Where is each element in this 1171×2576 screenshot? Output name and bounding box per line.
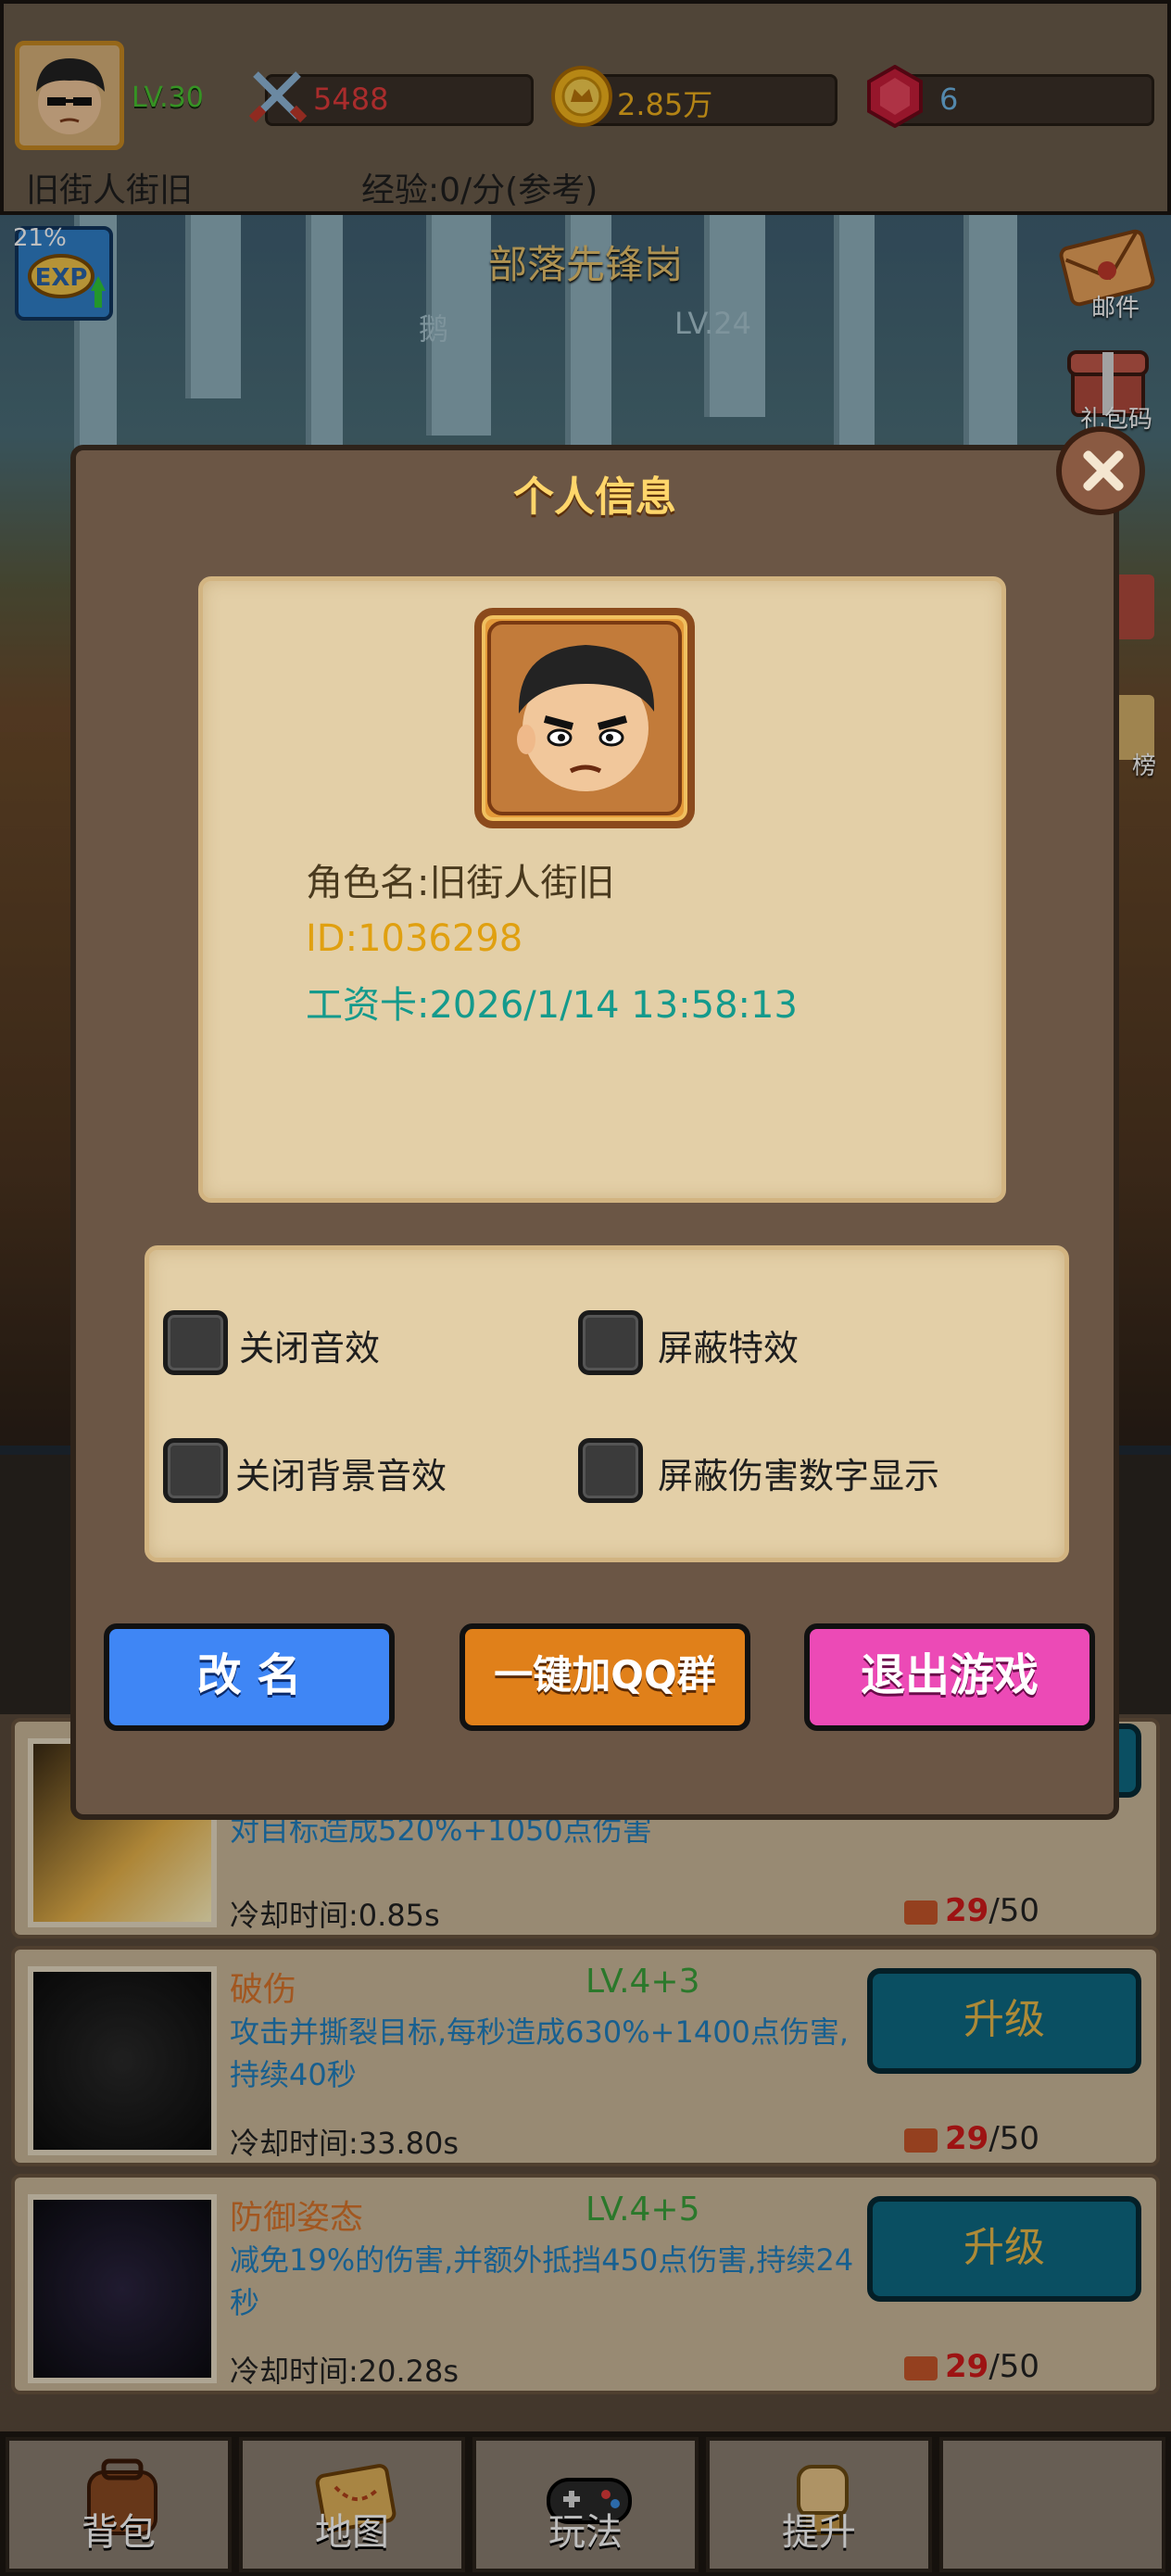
- option-label: 屏蔽特效: [658, 1328, 800, 1369]
- role-name: 角色名:旧街人街旧: [306, 862, 615, 904]
- close-button[interactable]: [1056, 426, 1145, 515]
- salary-card: 工资卡:2026/1/14 13:58:13: [306, 984, 798, 1027]
- option-label: 关闭音效: [239, 1328, 381, 1369]
- settings-panel: [145, 1245, 1069, 1562]
- join-qq-group-button[interactable]: 一键加QQ群: [460, 1623, 750, 1731]
- quit-game-button[interactable]: 退出游戏: [804, 1623, 1095, 1731]
- hide-effects-option[interactable]: 屏蔽特效: [578, 1310, 949, 1375]
- mute-sound-option[interactable]: 关闭音效: [163, 1310, 534, 1375]
- hide-effects-checkbox[interactable]: [578, 1310, 643, 1375]
- player-id: ID:1036298: [306, 917, 523, 960]
- mute-sound-checkbox[interactable]: [163, 1310, 228, 1375]
- hide-damage-numbers-option[interactable]: 屏蔽伤害数字显示: [578, 1438, 1004, 1503]
- mute-bgm-checkbox[interactable]: [163, 1438, 228, 1503]
- hide-damage-numbers-checkbox[interactable]: [578, 1438, 643, 1503]
- mute-bgm-option[interactable]: 关闭背景音效: [163, 1438, 552, 1503]
- dialog-title: 个人信息: [513, 474, 676, 521]
- option-label: 关闭背景音效: [235, 1456, 447, 1496]
- option-label: 屏蔽伤害数字显示: [658, 1456, 940, 1496]
- rename-button[interactable]: 改 名: [104, 1623, 395, 1731]
- character-portrait: [474, 608, 695, 828]
